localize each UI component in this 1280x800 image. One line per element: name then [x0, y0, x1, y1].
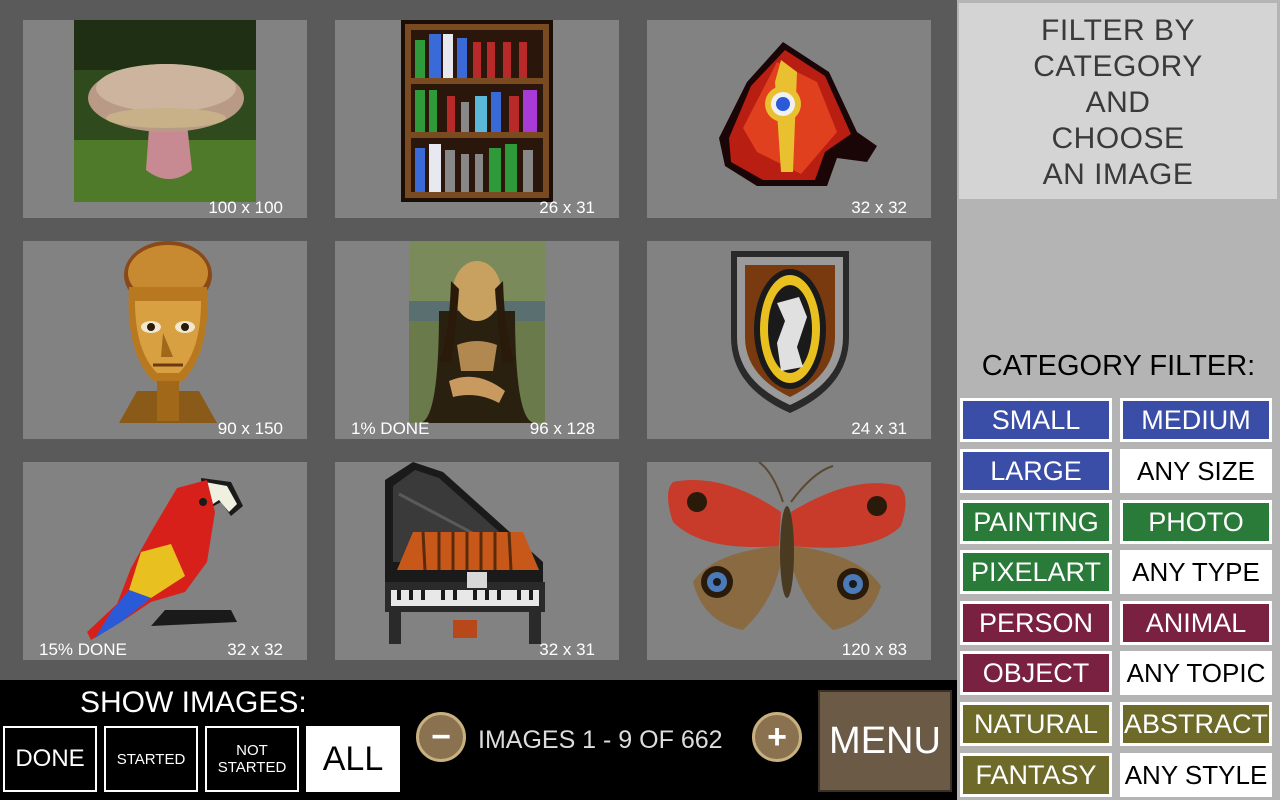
image-dimensions: 120 x 83	[841, 640, 907, 659]
image-dimensions: 100 x 100	[208, 198, 283, 217]
helmet-image	[717, 42, 883, 192]
filter-person-button[interactable]: PERSON	[960, 601, 1112, 645]
title-line: CATEGORY	[1033, 50, 1203, 83]
filter-any-topic-button[interactable]: ANY TOPIC	[1120, 651, 1272, 695]
plus-icon[interactable]: +	[752, 712, 802, 762]
parrot-image	[81, 472, 257, 644]
category-filter-label: CATEGORY FILTER:	[981, 350, 1256, 382]
mushroom-image	[74, 20, 256, 202]
filter-small-button[interactable]: SMALL	[960, 398, 1112, 442]
image-tile-helmet[interactable]: 32 x 32	[647, 20, 931, 218]
golden-head-image	[113, 241, 223, 423]
filter-any-type-button[interactable]: ANY TYPE	[1120, 550, 1272, 594]
image-tile-grand-piano[interactable]: 32 x 31	[335, 462, 619, 660]
filter-pixelart-button[interactable]: PIXELART	[960, 550, 1112, 594]
filter-fantasy-button[interactable]: FANTASY	[960, 753, 1112, 797]
filter-large-button[interactable]: LARGE	[960, 449, 1112, 493]
filter-any-size-button[interactable]: ANY SIZE	[1120, 449, 1272, 493]
butterfly-image	[663, 462, 911, 638]
image-tile-parrot[interactable]: 15% DONE 32 x 32	[23, 462, 307, 660]
show-done-button[interactable]: DONE	[3, 726, 97, 792]
mona-lisa-image	[409, 241, 545, 423]
image-dimensions: 32 x 31	[539, 640, 595, 659]
image-dimensions: 32 x 32	[227, 640, 283, 659]
image-tile-butterfly[interactable]: 120 x 83	[647, 462, 931, 660]
minus-icon[interactable]: −	[416, 712, 466, 762]
show-not-started-button[interactable]: NOT STARTED	[205, 726, 299, 792]
show-images-label: SHOW IMAGES:	[80, 686, 307, 719]
bookshelf-image	[401, 20, 553, 202]
image-tile-golden-head[interactable]: 90 x 150	[23, 241, 307, 439]
progress-label: 1% DONE	[351, 419, 430, 438]
menu-button[interactable]: MENU	[818, 690, 952, 792]
show-all-button[interactable]: ALL	[306, 726, 400, 792]
not-started-line-2: STARTED	[217, 759, 287, 776]
progress-label: 15% DONE	[39, 640, 127, 659]
image-dimensions: 26 x 31	[539, 198, 595, 217]
image-tile-shield[interactable]: 24 x 31	[647, 241, 931, 439]
title-line: AN IMAGE	[1042, 158, 1194, 191]
filter-abstract-button[interactable]: ABSTRACT	[1120, 702, 1272, 746]
filter-object-button[interactable]: OBJECT	[960, 651, 1112, 695]
shield-image	[723, 247, 857, 415]
image-dimensions: 32 x 32	[851, 198, 907, 217]
filter-panel: FILTER BY CATEGORY AND CHOOSE AN IMAGE C…	[957, 0, 1280, 800]
filter-any-style-button[interactable]: ANY STYLE	[1120, 753, 1272, 797]
not-started-line-1: NOT	[236, 742, 268, 759]
image-dimensions: 24 x 31	[851, 419, 907, 438]
image-tile-mushroom[interactable]: 100 x 100	[23, 20, 307, 218]
bottom-bar: SHOW IMAGES: DONE STARTED NOT STARTED AL…	[0, 680, 957, 800]
filter-medium-button[interactable]: MEDIUM	[1120, 398, 1272, 442]
title-line: FILTER BY	[1041, 14, 1195, 47]
title-line: CHOOSE	[1051, 122, 1185, 155]
image-count: IMAGES 1 - 9 OF 662	[478, 726, 723, 754]
grand-piano-image	[383, 462, 547, 644]
image-dimensions: 90 x 150	[217, 419, 283, 438]
image-dimensions: 96 x 128	[529, 419, 595, 438]
filter-natural-button[interactable]: NATURAL	[960, 702, 1112, 746]
filter-painting-button[interactable]: PAINTING	[960, 500, 1112, 544]
filter-animal-button[interactable]: ANIMAL	[1120, 601, 1272, 645]
filter-photo-button[interactable]: PHOTO	[1120, 500, 1272, 544]
image-grid: 100 x 100 26 x 31 32 x 32 90 x 150 1% DO…	[0, 0, 957, 680]
image-tile-mona-lisa[interactable]: 1% DONE 96 x 128	[335, 241, 619, 439]
title-line: AND	[1085, 86, 1151, 119]
show-started-button[interactable]: STARTED	[104, 726, 198, 792]
panel-title: FILTER BY CATEGORY AND CHOOSE AN IMAGE	[959, 3, 1277, 199]
image-tile-bookshelf[interactable]: 26 x 31	[335, 20, 619, 218]
